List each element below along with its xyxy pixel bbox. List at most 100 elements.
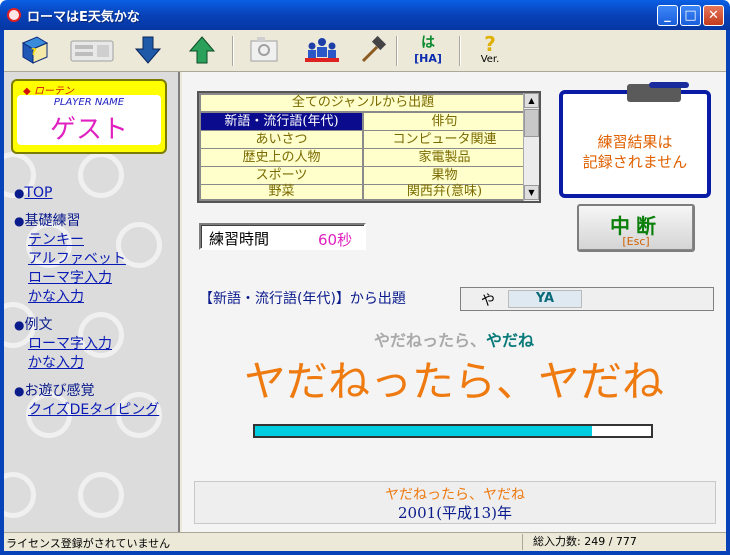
nav-group-basic: ●基礎練習 テンキー アルファベット ローマ字入力 かな入力 — [14, 212, 174, 307]
scroll-thumb[interactable] — [524, 109, 539, 137]
pen-icon — [649, 82, 689, 88]
nav-item-top[interactable]: ●TOP — [14, 184, 174, 203]
genre-item[interactable]: スポーツ — [201, 167, 362, 184]
current-key-box: や YA — [460, 287, 714, 311]
ha-label: [HA] — [414, 52, 442, 65]
scroll-down-icon[interactable]: ▼ — [524, 185, 539, 200]
genre-all[interactable]: 全てのジャンルから出題 — [201, 95, 525, 111]
nav-link-sentence-romaji[interactable]: ローマ字入力 — [28, 335, 174, 354]
genre-item[interactable]: 野菜 — [201, 185, 362, 199]
keyboard-icon — [70, 40, 114, 62]
genre-item[interactable]: 新語・流行語(年代) — [201, 113, 362, 130]
nav-head-sentence: ●例文 — [14, 316, 174, 335]
hammer-button[interactable] — [352, 33, 392, 69]
genre-item[interactable]: 家電製品 — [364, 149, 525, 166]
close-button[interactable]: ✕ — [703, 5, 724, 26]
notice-line-2: 記録されません — [582, 153, 688, 171]
record-notice: 練習結果は 記録されません — [559, 82, 711, 198]
genre-scrollbar[interactable]: ▲ ▼ — [523, 93, 539, 201]
book-button[interactable]: ? — [14, 33, 54, 69]
answer-year: 2001(平成13)年 — [398, 504, 512, 522]
people-icon — [305, 38, 339, 62]
genre-item[interactable]: 果物 — [364, 167, 525, 184]
book-icon: ? — [21, 36, 49, 64]
nav-link-sentence-kana[interactable]: かな入力 — [28, 354, 174, 373]
question-icon: ? — [484, 32, 496, 56]
keyboard-button[interactable] — [66, 33, 118, 69]
nav-head-sentence-label: 例文 — [24, 317, 53, 333]
player-card[interactable]: ◆ ローテン PLAYER NAME ゲスト — [11, 79, 167, 154]
license-status: ライセンス登録がされていません — [6, 537, 171, 550]
sidebar-nav: ●TOP ●基礎練習 テンキー アルファベット ローマ字入力 かな入力 ●例文 … — [14, 184, 174, 429]
bullet-icon: ● — [14, 318, 25, 332]
version-button[interactable]: ? Ver. — [470, 33, 510, 69]
screen-button[interactable] — [244, 33, 284, 69]
nav-head-play: ●お遊び感覚 — [14, 382, 174, 401]
player-name: ゲスト — [49, 115, 128, 145]
sidebar: ◆ ローテン PLAYER NAME ゲスト ●TOP ●基礎練習 テンキー ア… — [4, 72, 180, 532]
progress-bar — [253, 424, 653, 438]
progress-fill — [255, 426, 592, 436]
question-genre-label: 【新語・流行語(年代)】から出題 — [199, 291, 406, 307]
scroll-up-icon[interactable]: ▲ — [524, 93, 539, 108]
current-romaji: YA — [508, 290, 582, 308]
genre-item[interactable]: 歴史上の人物 — [201, 149, 362, 166]
practice-timer: 練習時間 60秒 — [199, 223, 366, 250]
screen-icon — [250, 37, 278, 62]
svg-text:?: ? — [31, 47, 37, 58]
bullet-icon: ● — [14, 384, 25, 398]
ha-kana: は — [421, 35, 435, 51]
maximize-button[interactable]: □ — [680, 5, 701, 26]
answer-box: ヤだねったら、ヤだね 2001(平成13)年 — [194, 481, 716, 524]
window-title: ローマはE天気かな — [27, 10, 140, 25]
input-count: 総入力数: 249 / 777 — [522, 534, 724, 550]
down-arrow-icon — [134, 36, 162, 64]
notice-text: 練習結果は 記録されません — [563, 132, 707, 172]
up-arrow-button[interactable] — [182, 33, 222, 69]
up-arrow-icon — [188, 36, 216, 64]
genre-item[interactable]: コンピュータ関連 — [364, 131, 525, 148]
ha-button[interactable]: は [HA] — [407, 33, 449, 69]
genre-item[interactable]: 俳句 — [364, 113, 525, 130]
player-name-label: PLAYER NAME — [53, 97, 125, 108]
nav-group-play: ●お遊び感覚 クイズDEタイピング — [14, 382, 174, 420]
version-label: Ver. — [480, 54, 500, 65]
nav-head-play-label: お遊び感覚 — [24, 383, 95, 399]
stop-button-key: [Esc] — [622, 235, 650, 248]
answer-text: ヤだねったら、ヤだね — [385, 487, 525, 503]
nav-group-top: ●TOP — [14, 184, 174, 203]
nav-link-top[interactable]: TOP — [24, 185, 52, 201]
nav-link-kana[interactable]: かな入力 — [28, 288, 174, 307]
minimize-button[interactable]: _ — [657, 5, 678, 26]
nav-link-alphabet[interactable]: アルファベット — [28, 250, 174, 269]
toolbar-separator — [396, 36, 398, 66]
genre-list[interactable]: 全てのジャンルから出題 新語・流行語(年代) 俳句 あいさつ コンピュータ関連 … — [197, 91, 541, 203]
current-kana: や — [481, 293, 495, 309]
toolbar: ? は [HA] ? Ver. — [4, 30, 726, 72]
toolbar-separator — [459, 36, 461, 66]
genre-item[interactable]: あいさつ — [201, 131, 362, 148]
app-icon[interactable] — [7, 8, 21, 22]
people-button[interactable] — [300, 33, 344, 69]
nav-head-basic-label: 基礎練習 — [24, 213, 81, 229]
stop-button[interactable]: 中断 [Esc] — [577, 204, 695, 252]
toolbar-separator — [232, 36, 234, 66]
bullet-icon: ● — [14, 186, 25, 200]
timer-value: 60秒 — [318, 231, 353, 249]
swirl-decoration — [4, 472, 36, 518]
nav-link-quiz[interactable]: クイズDEタイピング — [28, 401, 174, 420]
nav-link-romaji[interactable]: ローマ字入力 — [28, 269, 174, 288]
player-card-inner: PLAYER NAME ゲスト — [17, 95, 161, 145]
target-sentence: ヤだねったら、ヤだね — [243, 357, 664, 406]
down-arrow-button[interactable] — [128, 33, 168, 69]
status-bar: ライセンス登録がされていません 総入力数: 249 / 777 — [4, 532, 726, 551]
hammer-icon — [361, 35, 387, 63]
genre-item[interactable]: 関西弁(意味) — [364, 185, 525, 199]
bullet-icon: ● — [14, 214, 25, 228]
main-panel: 全てのジャンルから出題 新語・流行語(年代) 俳句 あいさつ コンピュータ関連 … — [182, 72, 726, 532]
nav-group-sentence: ●例文 ローマ字入力 かな入力 — [14, 316, 174, 373]
notice-line-1: 練習結果は — [597, 133, 673, 151]
nav-link-tenkey[interactable]: テンキー — [28, 231, 174, 250]
timer-label: 練習時間 — [209, 230, 270, 248]
title-bar: ローマはE天気かな _ □ ✕ — [0, 0, 730, 30]
